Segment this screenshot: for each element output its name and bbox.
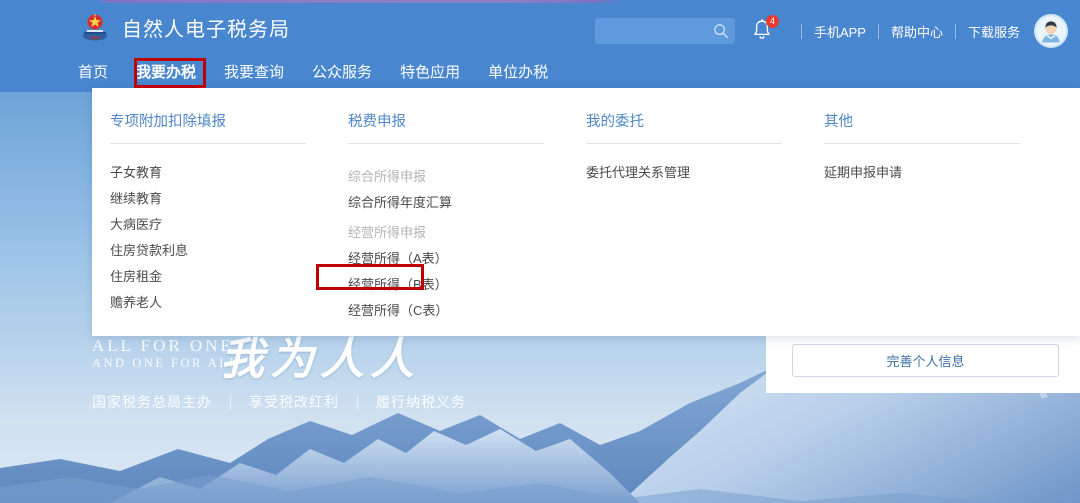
dropdown-column-title: 其他 [824,114,853,130]
dropdown-column-special-deductions: 专项附加扣除填报 子女教育 继续教育 大病医疗 住房贷款利息 住房租金 赡养老人 [110,110,328,324]
dropdown-column-rule [824,143,1020,144]
slogan-en-line2: AND ONE FOR ALL [92,356,240,370]
dropdown-item-serious-illness-medical[interactable]: 大病医疗 [110,212,162,238]
dropdown-item-annual-settlement[interactable]: 综合所得年度汇算 [348,190,452,216]
dropdown-column-others: 其他 延期申报申请 [824,110,1042,324]
dropdown-column-title: 专项附加扣除填报 [110,114,226,130]
nav-item-tax-query[interactable]: 我要查询 [210,57,298,86]
complete-profile-button[interactable]: 完善个人信息 [792,344,1059,377]
slogan-footer-divider-1 [230,394,231,410]
search-icon[interactable] [713,23,729,39]
header-divider-3 [954,23,956,39]
slogan-english: ALL FOR ONE AND ONE FOR ALL [92,336,240,371]
mega-dropdown-panel: 专项附加扣除填报 子女教育 继续教育 大病医疗 住房贷款利息 住房租金 赡养老人… [92,88,1080,336]
header-link-mobile-app[interactable]: 手机APP [814,22,866,41]
site-header: 自然人电子税务局 4 手机APP 帮助中心 下载服务 首页 我要办税 我要查询 … [0,0,1080,92]
page-load-progress-bar [0,0,1080,3]
nav-item-public-service[interactable]: 公众服务 [298,57,386,86]
profile-card: 完善个人信息 [766,336,1080,393]
dropdown-column-rule [348,143,544,144]
dropdown-item-housing-loan-interest[interactable]: 住房贷款利息 [110,238,188,264]
header-link-download-service[interactable]: 下载服务 [968,22,1020,41]
notification-badge: 4 [765,15,779,28]
dropdown-item-business-income-form-a[interactable]: 经营所得（A表） [348,246,448,272]
brand-title: 自然人电子税务局 [122,18,290,41]
dropdown-item-housing-rent[interactable]: 住房租金 [110,264,162,290]
slogan-footer-item-benefit: 享受税改红利 [249,396,339,411]
dropdown-column-rule [110,143,306,144]
header-link-help-center[interactable]: 帮助中心 [891,22,943,41]
header-right-cluster: 4 手机APP 帮助中心 下载服务 [594,14,1068,48]
page-root: 自然人电子税务局 4 手机APP 帮助中心 下载服务 首页 我要办税 我要查询 … [0,0,1080,503]
dropdown-item-business-income-form-b[interactable]: 经营所得（B表） [348,272,448,298]
slogan-footer-divider-2 [357,394,358,410]
header-divider-2 [877,23,879,39]
nav-item-home[interactable]: 首页 [78,57,122,86]
slogan-footer-item-duty: 履行纳税义务 [376,396,466,411]
user-avatar-icon[interactable] [1034,14,1068,48]
nav-item-unit-tax[interactable]: 单位办税 [474,57,562,86]
dropdown-group-comprehensive-income: 综合所得申报 [348,169,427,184]
dropdown-item-agency-relationship-management[interactable]: 委托代理关系管理 [586,160,690,186]
dropdown-column-title: 税费申报 [348,114,406,130]
dropdown-item-business-income-form-c[interactable]: 经营所得（C表） [348,298,448,324]
slogan-block: ALL FOR ONE AND ONE FOR ALL 我为人人 国家税务总局主… [92,335,465,411]
dropdown-column-rule [586,143,782,144]
main-nav: 首页 我要办税 我要查询 公众服务 特色应用 单位办税 [78,57,562,86]
dropdown-group-business-income: 经营所得申报 [348,225,427,240]
dropdown-item-deferred-declaration-application[interactable]: 延期申报申请 [824,160,902,186]
dropdown-item-continuing-education[interactable]: 继续教育 [110,186,162,212]
slogan-footer: 国家税务总局主办 享受税改红利 履行纳税义务 [92,392,466,412]
dropdown-column-tax-declaration: 税费申报 综合所得申报 综合所得年度汇算 经营所得申报 经营所得（A表） 经营所… [348,110,566,324]
header-divider-1 [800,23,802,39]
dropdown-item-children-education[interactable]: 子女教育 [110,160,162,186]
dropdown-column-my-entrustment: 我的委托 委托代理关系管理 [586,110,804,324]
dropdown-columns: 专项附加扣除填报 子女教育 继续教育 大病医疗 住房贷款利息 住房租金 赡养老人… [92,88,1080,324]
tax-bureau-emblem-icon [78,10,112,44]
search-box[interactable] [594,18,735,44]
nav-item-featured-apps[interactable]: 特色应用 [386,57,474,86]
dropdown-item-elderly-support[interactable]: 赡养老人 [110,290,162,316]
notification-bell-button[interactable]: 4 [751,15,779,46]
brand-block[interactable]: 自然人电子税务局 [78,10,290,44]
bell-icon [751,19,773,46]
slogan-footer-item-organizer: 国家税务总局主办 [92,396,212,411]
slogan-en-line1: ALL FOR ONE [92,336,234,355]
dropdown-column-title: 我的委托 [586,114,644,130]
nav-item-tax-handling[interactable]: 我要办税 [122,57,210,86]
